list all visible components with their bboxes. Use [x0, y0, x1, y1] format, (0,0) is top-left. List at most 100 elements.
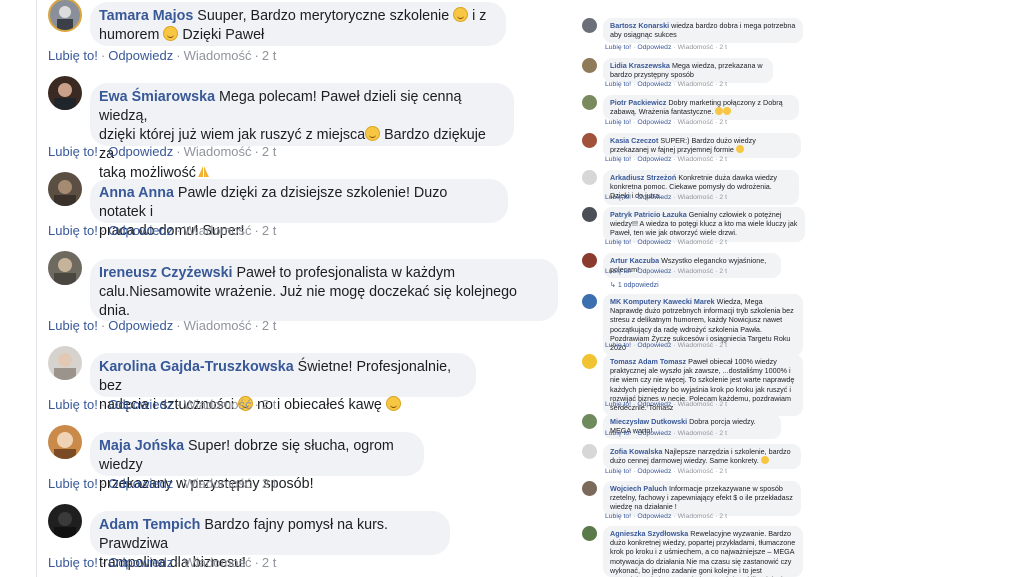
like-link[interactable]: Lubię to!: [605, 430, 631, 437]
author-name[interactable]: Arkadiusz Strzeżoń: [610, 173, 676, 182]
author-name[interactable]: Kasia Czeczot: [610, 136, 658, 145]
timestamp[interactable]: 2 t: [262, 223, 276, 238]
message-link[interactable]: Wiadomość: [678, 156, 714, 163]
message-link[interactable]: Wiadomość: [678, 401, 714, 408]
author-name[interactable]: Adam Tempich: [99, 517, 200, 533]
avatar[interactable]: [582, 526, 597, 541]
avatar[interactable]: [582, 170, 597, 185]
like-link[interactable]: Lubię to!: [605, 156, 631, 163]
like-link[interactable]: Lubię to!: [605, 268, 631, 275]
timestamp[interactable]: 2 t: [719, 44, 727, 51]
like-link[interactable]: Lubię to!: [48, 555, 98, 570]
reply-link[interactable]: Odpowiedz: [108, 555, 173, 570]
message-link[interactable]: Wiadomość: [678, 342, 714, 349]
like-link[interactable]: Lubię to!: [48, 476, 98, 491]
timestamp[interactable]: 2 t: [719, 239, 727, 246]
timestamp[interactable]: 2 t: [719, 468, 727, 475]
like-link[interactable]: Lubię to!: [48, 48, 98, 63]
like-link[interactable]: Lubię to!: [605, 342, 631, 349]
like-link[interactable]: Lubię to!: [605, 44, 631, 51]
reply-link[interactable]: Odpowiedz: [108, 397, 173, 412]
avatar[interactable]: [582, 18, 597, 33]
avatar[interactable]: [582, 58, 597, 73]
message-link[interactable]: Wiadomość: [678, 44, 714, 51]
reply-link[interactable]: Odpowiedz: [637, 239, 671, 246]
message-link[interactable]: Wiadomość: [184, 318, 252, 333]
timestamp[interactable]: 2 t: [719, 430, 727, 437]
like-link[interactable]: Lubię to!: [605, 239, 631, 246]
author-name[interactable]: Karolina Gajda-Truszkowska: [99, 359, 294, 375]
timestamp[interactable]: 2 t: [262, 397, 276, 412]
reply-link[interactable]: Odpowiedz: [637, 468, 671, 475]
message-link[interactable]: Wiadomość: [678, 430, 714, 437]
avatar[interactable]: [582, 253, 597, 268]
author-name[interactable]: Artur Kaczuba: [610, 256, 659, 265]
avatar[interactable]: [48, 346, 82, 380]
like-link[interactable]: Lubię to!: [605, 513, 631, 520]
like-link[interactable]: Lubię to!: [605, 81, 631, 88]
like-link[interactable]: Lubię to!: [605, 119, 631, 126]
timestamp[interactable]: 2 t: [719, 268, 727, 275]
author-name[interactable]: Zofia Kowalska: [610, 447, 662, 456]
author-name[interactable]: Lidia Kraszewska: [610, 61, 670, 70]
author-name[interactable]: Piotr Packiewicz: [610, 98, 666, 107]
message-link[interactable]: Wiadomość: [678, 81, 714, 88]
reply-link[interactable]: Odpowiedz: [637, 81, 671, 88]
reply-link[interactable]: Odpowiedz: [108, 144, 173, 159]
reply-link[interactable]: Odpowiedz: [637, 401, 671, 408]
like-link[interactable]: Lubię to!: [605, 468, 631, 475]
message-link[interactable]: Wiadomość: [678, 239, 714, 246]
avatar[interactable]: [582, 294, 597, 309]
avatar[interactable]: [582, 444, 597, 459]
message-link[interactable]: Wiadomość: [184, 144, 252, 159]
reply-link[interactable]: Odpowiedz: [637, 119, 671, 126]
like-link[interactable]: Lubię to!: [48, 223, 98, 238]
reply-link[interactable]: Odpowiedz: [637, 342, 671, 349]
reply-link[interactable]: Odpowiedz: [637, 156, 671, 163]
timestamp[interactable]: 2 t: [262, 318, 276, 333]
author-name[interactable]: Mieczysław Dutkowski: [610, 417, 687, 426]
author-name[interactable]: MK Komputery Kawecki Marek: [610, 297, 715, 306]
message-link[interactable]: Wiadomość: [184, 397, 252, 412]
view-replies-link[interactable]: ↳ 1 odpowiedzi: [610, 281, 659, 289]
avatar[interactable]: [48, 504, 82, 538]
avatar[interactable]: [48, 425, 82, 459]
author-name[interactable]: Bartosz Konarski: [610, 21, 669, 30]
message-link[interactable]: Wiadomość: [184, 555, 252, 570]
reply-link[interactable]: Odpowiedz: [637, 430, 671, 437]
reply-link[interactable]: Odpowiedz: [108, 223, 173, 238]
author-name[interactable]: Tomasz Adam Tomasz: [610, 357, 686, 366]
message-link[interactable]: Wiadomość: [678, 119, 714, 126]
reply-link[interactable]: Odpowiedz: [637, 44, 671, 51]
message-link[interactable]: Wiadomość: [678, 468, 714, 475]
reply-link[interactable]: Odpowiedz: [637, 194, 671, 201]
like-link[interactable]: Lubię to!: [605, 194, 631, 201]
author-name[interactable]: Tamara Majos: [99, 8, 193, 24]
reply-link[interactable]: Odpowiedz: [108, 48, 173, 63]
avatar[interactable]: [582, 414, 597, 429]
like-link[interactable]: Lubię to!: [48, 144, 98, 159]
avatar[interactable]: [582, 481, 597, 496]
timestamp[interactable]: 2 t: [719, 119, 727, 126]
message-link[interactable]: Wiadomość: [184, 476, 252, 491]
avatar[interactable]: [582, 207, 597, 222]
author-name[interactable]: Patryk Patricio Łazuka: [610, 210, 687, 219]
timestamp[interactable]: 2 t: [262, 144, 276, 159]
like-link[interactable]: Lubię to!: [48, 397, 98, 412]
avatar[interactable]: [48, 0, 82, 32]
timestamp[interactable]: 2 t: [719, 156, 727, 163]
message-link[interactable]: Wiadomość: [678, 268, 714, 275]
avatar[interactable]: [582, 133, 597, 148]
like-link[interactable]: Lubię to!: [48, 318, 98, 333]
reply-link[interactable]: Odpowiedz: [108, 476, 173, 491]
timestamp[interactable]: 2 t: [262, 555, 276, 570]
avatar[interactable]: [582, 354, 597, 369]
message-link[interactable]: Wiadomość: [184, 223, 252, 238]
avatar[interactable]: [48, 172, 82, 206]
timestamp[interactable]: 2 t: [719, 342, 727, 349]
avatar[interactable]: [48, 76, 82, 110]
timestamp[interactable]: 2 t: [262, 476, 276, 491]
author-name[interactable]: Anna Anna: [99, 185, 174, 201]
reply-link[interactable]: Odpowiedz: [637, 268, 671, 275]
message-link[interactable]: Wiadomość: [184, 48, 252, 63]
